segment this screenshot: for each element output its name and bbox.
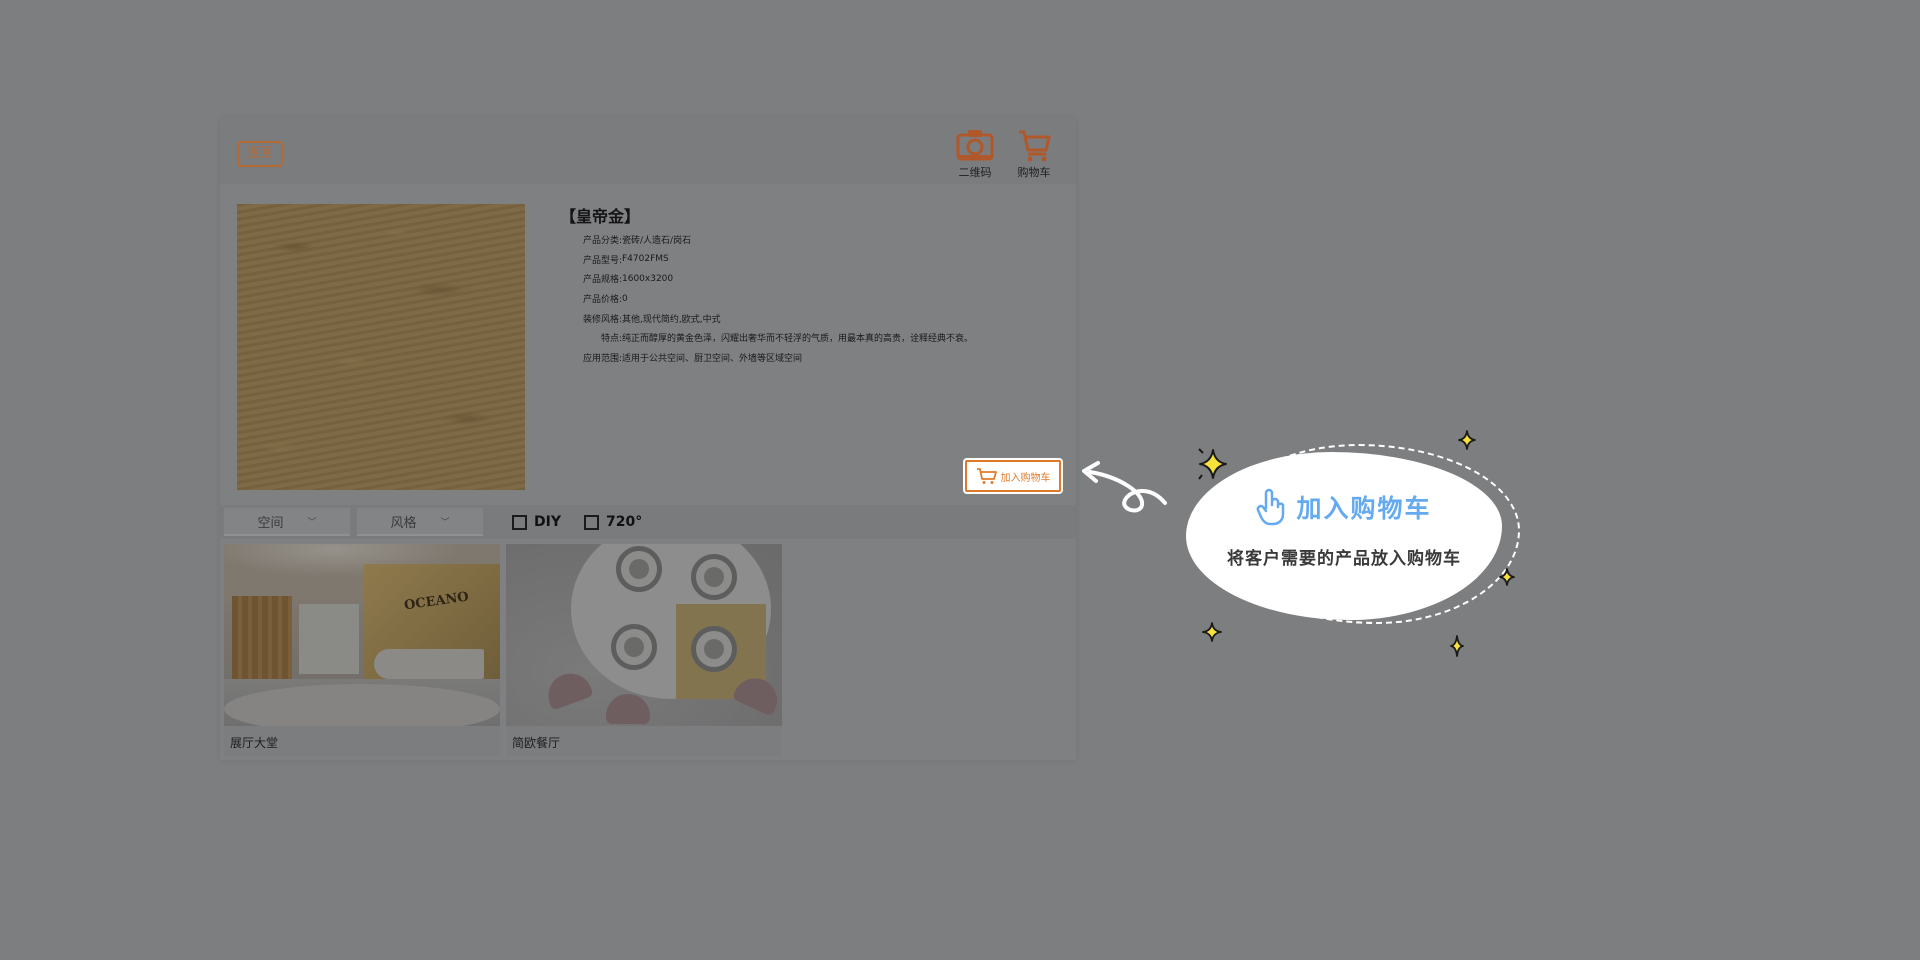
scene-card-dining[interactable]: 简欧餐厅 [506, 544, 782, 756]
cart-label: 购物车 [1017, 166, 1051, 179]
spec-value: 1600x3200 [622, 273, 674, 284]
checkbox-box[interactable] [512, 514, 527, 530]
spec-label: 产品型号: [582, 255, 622, 266]
scene-image [506, 544, 782, 726]
spec-row: 产品型号: F4702FMS [566, 250, 973, 270]
spec-label: 特点: [600, 334, 622, 345]
filter-bar: 空间 ﹀ 风格 ﹀ DIY 720° [220, 505, 1076, 539]
top-bar: 返回 二维码 购物车 [220, 118, 1076, 184]
spec-value: F4702FMS [622, 254, 669, 265]
pointer-hand-icon [1257, 488, 1285, 526]
chevron-down-icon: ﹀ [307, 517, 317, 528]
panorama-720-checkbox[interactable]: 720° [584, 514, 642, 530]
sparkle-icon [1458, 430, 1476, 450]
product-image[interactable] [237, 204, 525, 490]
back-button[interactable]: 返回 [237, 141, 283, 167]
space-select-label: 空间 [257, 515, 284, 531]
cart-button[interactable]: 购物车 [1009, 128, 1059, 180]
shopping-cart-icon [976, 468, 997, 484]
spec-value: 瓷砖/人造石/岗石 [622, 236, 692, 247]
scene-label: 简欧餐厅 [512, 736, 561, 750]
chevron-down-icon: ﹀ [440, 517, 450, 528]
diy-label: DIY [534, 514, 561, 530]
spec-value: 0 [622, 293, 628, 304]
tutorial-tooltip: 加入购物车 将客户需要的产品放入购物车 [1180, 440, 1520, 650]
spec-label: 装修风格: [582, 314, 622, 325]
camera-icon [956, 130, 994, 161]
add-to-cart-label: 加入购物车 [1000, 472, 1051, 484]
sparkle-icon [1499, 568, 1515, 586]
sparkle-icon [1202, 622, 1222, 642]
spec-row: 特点: 纯正而醇厚的黄金色泽，闪耀出奢华而不轻浮的气质，用最本真的高贵，诠释经典… [566, 328, 973, 348]
checkbox-box[interactable] [584, 514, 599, 530]
spec-label: 应用范围: [582, 353, 622, 364]
diy-checkbox[interactable]: DIY [512, 514, 561, 530]
tooltip-title-row: 加入购物车 [1180, 488, 1508, 526]
style-select[interactable]: 风格 ﹀ [357, 508, 483, 536]
scene-card-lobby[interactable]: OCEANO 展厅大堂 [224, 544, 500, 756]
qr-code-label: 二维码 [958, 166, 992, 179]
spec-row: 应用范围: 适用于公共空间、厨卫空间、外墙等区域空间 [566, 348, 973, 368]
product-specs: 产品分类: 瓷砖/人造石/岗石 产品型号: F4702FMS 产品规格: 160… [566, 230, 973, 367]
curved-arrow-icon [1082, 461, 1167, 513]
spec-value: 纯正而醇厚的黄金色泽，闪耀出奢华而不轻浮的气质，用最本真的高贵，诠释经典不衰。 [622, 334, 974, 345]
tooltip-subtitle: 将客户需要的产品放入购物车 [1227, 549, 1461, 569]
scene-label: 展厅大堂 [230, 736, 279, 750]
style-select-label: 风格 [390, 515, 417, 531]
spec-row: 产品规格: 1600x3200 [566, 269, 973, 289]
product-detail-panel: 返回 二维码 购物车 【皇帝金】 产品分类: 瓷砖/人造石/岗石 产品型号: F… [220, 118, 1076, 760]
product-title: 【皇帝金】 [560, 207, 641, 226]
sparkle-icon [1450, 635, 1464, 657]
spec-row: 装修风格: 其他,现代简约,欧式,中式 [566, 308, 973, 328]
shopping-cart-icon [1019, 130, 1051, 162]
spec-label: 产品价格: [582, 295, 622, 306]
spec-label: 产品规格: [582, 275, 622, 286]
sparkle-icon [1198, 448, 1227, 480]
spec-value: 适用于公共空间、厨卫空间、外墙等区域空间 [622, 353, 803, 364]
spec-value: 其他,现代简约,欧式,中式 [622, 314, 721, 325]
panorama-720-label: 720° [606, 514, 643, 530]
qr-code-button[interactable]: 二维码 [950, 128, 1000, 180]
spec-label: 产品分类: [582, 236, 622, 247]
spec-row: 产品价格: 0 [566, 289, 973, 309]
tooltip-title: 加入购物车 [1296, 494, 1432, 523]
spec-row: 产品分类: 瓷砖/人造石/岗石 [566, 230, 973, 250]
add-to-cart-button[interactable]: 加入购物车 [965, 460, 1061, 492]
space-select[interactable]: 空间 ﹀ [224, 508, 350, 536]
scene-image: OCEANO [224, 544, 500, 726]
